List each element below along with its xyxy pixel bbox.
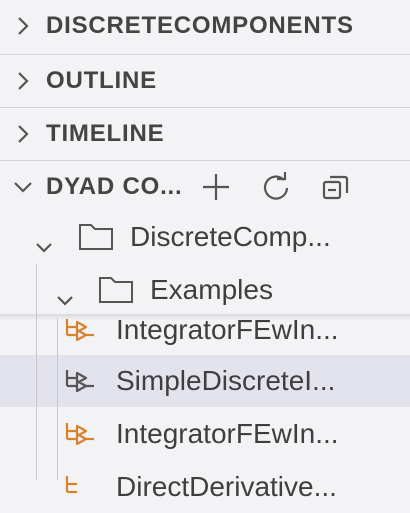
chevron-right-icon [0, 123, 46, 145]
chevron-right-icon [0, 15, 46, 37]
chevron-down-icon [0, 180, 46, 194]
indent-guide [57, 318, 58, 480]
chevron-right-icon [0, 70, 46, 92]
tree-item-label: Examples [150, 274, 273, 305]
plus-icon[interactable] [196, 167, 236, 207]
tree-item-component[interactable]: IntegratorFEwIn... [0, 304, 410, 356]
section-outline[interactable]: OUTLINE [0, 54, 410, 106]
section-title: TIMELINE [46, 119, 165, 147]
component-icon [64, 473, 98, 510]
section-timeline[interactable]: TIMELINE [0, 107, 410, 159]
tree-item-label: DiscreteComp... [130, 221, 331, 252]
section-title: OUTLINE [46, 66, 157, 94]
component-icon [64, 367, 98, 404]
folder-icon [77, 220, 115, 259]
section-dyad[interactable]: DYAD CO... [0, 160, 410, 212]
component-icon [64, 316, 98, 353]
tree-folder-root[interactable]: DiscreteComp... [0, 211, 410, 263]
chevron-down-icon [34, 230, 54, 262]
tree-item-component[interactable]: IntegratorFEwIn... [0, 408, 410, 460]
component-icon [64, 420, 98, 457]
tree-item-label: SimpleDiscreteI... [116, 365, 336, 396]
tree-item-label: IntegratorFEwIn... [116, 418, 339, 449]
refresh-icon[interactable] [256, 167, 296, 207]
tree-item-component[interactable]: DirectDerivative... [0, 461, 410, 513]
tree-item-component[interactable]: SimpleDiscreteI... [0, 355, 410, 407]
indent-guide [36, 264, 37, 480]
section-title: DYAD CO... [46, 172, 183, 200]
tree-item-label: DirectDerivative... [116, 471, 337, 502]
collapse-all-icon[interactable] [316, 167, 356, 207]
tree-item-label: IntegratorFEwIn... [116, 314, 339, 345]
section-title: DISCRETECOMPONENTS [46, 12, 354, 39]
section-discretecomponents[interactable]: DISCRETECOMPONENTS [0, 0, 410, 52]
